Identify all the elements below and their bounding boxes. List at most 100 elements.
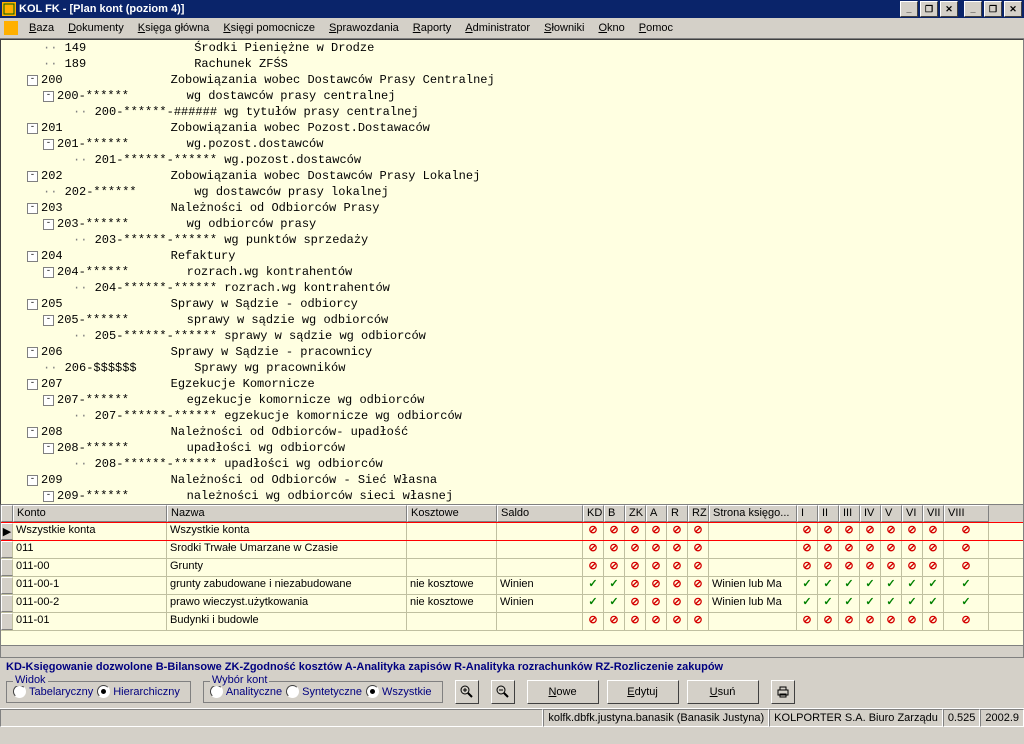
col-header[interactable]: V bbox=[881, 505, 902, 522]
radio-wszystkie[interactable]: Wszystkie bbox=[366, 685, 432, 698]
account-tree[interactable]: ·· 149 Środki Pieniężne w Drodze·· 189 R… bbox=[0, 39, 1024, 505]
col-header[interactable]: Saldo bbox=[497, 505, 583, 522]
tree-node[interactable]: -206 Sprawy w Sądzie - pracownicy bbox=[1, 344, 1023, 360]
child-close-button[interactable]: ✕ bbox=[1004, 1, 1022, 17]
horizontal-scrollbar[interactable] bbox=[1, 645, 1023, 658]
radio-syntetyczne[interactable]: Syntetyczne bbox=[286, 685, 362, 698]
menu-słowniki[interactable]: Słowniki bbox=[537, 21, 591, 35]
child-minimize-button[interactable]: _ bbox=[964, 1, 982, 17]
col-header[interactable]: Konto bbox=[13, 505, 167, 522]
radio-analityczne[interactable]: Analityczne bbox=[210, 685, 282, 698]
radio-hierarchiczny[interactable]: Hierarchiczny bbox=[97, 685, 180, 698]
tree-node[interactable]: -205-****** sprawy w sądzie wg odbiorców bbox=[1, 312, 1023, 328]
tree-node[interactable]: ·· 208-******-****** upadłości wg odbior… bbox=[1, 456, 1023, 472]
tree-node[interactable]: ·· 189 Rachunek ZFŚS bbox=[1, 56, 1023, 72]
tree-node[interactable]: -200-****** wg dostawców prasy centralne… bbox=[1, 88, 1023, 104]
table-row[interactable]: 011-01Budynki i budowle⊘⊘⊘⊘⊘⊘⊘⊘⊘⊘⊘⊘⊘⊘ bbox=[1, 613, 1023, 631]
table-row[interactable]: ▶Wszystkie kontaWszystkie konta⊘⊘⊘⊘⊘⊘⊘⊘⊘… bbox=[1, 522, 1023, 541]
table-row[interactable]: 011Srodki Trwałe Umarzane w Czasie⊘⊘⊘⊘⊘⊘… bbox=[1, 541, 1023, 559]
child-restore-button[interactable]: ❐ bbox=[984, 1, 1002, 17]
tree-node[interactable]: -209-****** należności wg odbiorców siec… bbox=[1, 488, 1023, 504]
tree-node[interactable]: ·· 201-******-****** wg.pozost.dostawców bbox=[1, 152, 1023, 168]
tree-toggle-icon[interactable]: - bbox=[43, 267, 54, 278]
col-header[interactable]: Strona księgo... bbox=[709, 505, 797, 522]
tree-toggle-icon[interactable]: - bbox=[27, 299, 38, 310]
tree-toggle-icon[interactable]: - bbox=[27, 75, 38, 86]
menu-księga-główna[interactable]: Księga główna bbox=[131, 21, 217, 35]
tree-toggle-icon[interactable]: - bbox=[27, 171, 38, 182]
tree-node[interactable]: -208 Należności od Odbiorców- upadłość bbox=[1, 424, 1023, 440]
menu-pomoc[interactable]: Pomoc bbox=[632, 21, 680, 35]
tree-toggle-icon[interactable]: - bbox=[27, 123, 38, 134]
col-header[interactable]: I bbox=[797, 505, 818, 522]
tree-node[interactable]: -204 Refaktury bbox=[1, 248, 1023, 264]
menu-sprawozdania[interactable]: Sprawozdania bbox=[322, 21, 406, 35]
tree-toggle-icon[interactable]: - bbox=[43, 315, 54, 326]
zoom-in-button[interactable] bbox=[455, 680, 479, 704]
col-header[interactable]: A bbox=[646, 505, 667, 522]
restore-button[interactable]: ❐ bbox=[920, 1, 938, 17]
tree-toggle-icon[interactable]: - bbox=[43, 443, 54, 454]
table-row[interactable]: 011-00-2prawo wieczyst.użytkowanianie ko… bbox=[1, 595, 1023, 613]
col-header[interactable]: VIII bbox=[944, 505, 989, 522]
nowe-button[interactable]: Nowe bbox=[527, 680, 599, 704]
col-header[interactable]: II bbox=[818, 505, 839, 522]
tree-node[interactable]: -200 Zobowiązania wobec Dostawców Prasy … bbox=[1, 72, 1023, 88]
usuń-button[interactable]: Usuń bbox=[687, 680, 759, 704]
menu-księgi-pomocnicze[interactable]: Księgi pomocnicze bbox=[216, 21, 322, 35]
tree-node[interactable]: -203 Należności od Odbiorców Prasy bbox=[1, 200, 1023, 216]
col-header[interactable]: III bbox=[839, 505, 860, 522]
tree-node[interactable]: -201-****** wg.pozost.dostawców bbox=[1, 136, 1023, 152]
tree-node[interactable]: ·· 204-******-****** rozrach.wg kontrahe… bbox=[1, 280, 1023, 296]
tree-toggle-icon[interactable]: - bbox=[43, 491, 54, 502]
radio-tabelaryczny[interactable]: Tabelaryczny bbox=[13, 685, 93, 698]
tree-node[interactable]: ·· 200-******-###### wg tytułów prasy ce… bbox=[1, 104, 1023, 120]
table-row[interactable]: 011-00-1grunty zabudowane i niezabudowan… bbox=[1, 577, 1023, 595]
tree-node[interactable]: ·· 203-******-****** wg punktów sprzedaż… bbox=[1, 232, 1023, 248]
tree-toggle-icon[interactable]: - bbox=[27, 475, 38, 486]
col-header[interactable]: RZ bbox=[688, 505, 709, 522]
tree-node[interactable]: -203-****** wg odbiorców prasy bbox=[1, 216, 1023, 232]
menu-dokumenty[interactable]: Dokumenty bbox=[61, 21, 131, 35]
tree-node[interactable]: -209 Należności od Odbiorców - Sieć Włas… bbox=[1, 472, 1023, 488]
col-header[interactable]: KD bbox=[583, 505, 604, 522]
print-button[interactable] bbox=[771, 680, 795, 704]
col-header[interactable]: VII bbox=[923, 505, 944, 522]
tree-node[interactable]: ·· 205-******-****** sprawy w sądzie wg … bbox=[1, 328, 1023, 344]
col-header[interactable]: B bbox=[604, 505, 625, 522]
tree-node[interactable]: -202 Zobowiązania wobec Dostawców Prasy … bbox=[1, 168, 1023, 184]
tree-node[interactable]: ·· 206-$$$$$$ Sprawy wg pracowników bbox=[1, 360, 1023, 376]
tree-toggle-icon[interactable]: - bbox=[27, 379, 38, 390]
tree-node[interactable]: -204-****** rozrach.wg kontrahentów bbox=[1, 264, 1023, 280]
tree-toggle-icon[interactable]: - bbox=[43, 395, 54, 406]
menu-administrator[interactable]: Administrator bbox=[458, 21, 537, 35]
col-header[interactable]: Kosztowe bbox=[407, 505, 497, 522]
table-row[interactable]: 011-00Grunty⊘⊘⊘⊘⊘⊘⊘⊘⊘⊘⊘⊘⊘⊘ bbox=[1, 559, 1023, 577]
tree-node[interactable]: -207-****** egzekucje komornicze wg odbi… bbox=[1, 392, 1023, 408]
col-header[interactable]: R bbox=[667, 505, 688, 522]
col-header[interactable]: Nazwa bbox=[167, 505, 407, 522]
tree-node[interactable]: ·· 149 Środki Pieniężne w Drodze bbox=[1, 40, 1023, 56]
tree-toggle-icon[interactable]: - bbox=[27, 427, 38, 438]
tree-toggle-icon[interactable]: - bbox=[27, 251, 38, 262]
edytuj-button[interactable]: Edytuj bbox=[607, 680, 679, 704]
menu-baza[interactable]: Baza bbox=[22, 21, 61, 35]
tree-toggle-icon[interactable]: - bbox=[43, 219, 54, 230]
tree-node[interactable]: ·· 207-******-****** egzekucje komornicz… bbox=[1, 408, 1023, 424]
tree-node[interactable]: -201 Zobowiązania wobec Pozost.Dostawacó… bbox=[1, 120, 1023, 136]
account-grid[interactable]: KontoNazwaKosztoweSaldoKDBZKARRZStrona k… bbox=[0, 505, 1024, 658]
tree-toggle-icon[interactable]: - bbox=[27, 203, 38, 214]
tree-node[interactable]: ·· 202-****** wg dostawców prasy lokalne… bbox=[1, 184, 1023, 200]
close-button[interactable]: ✕ bbox=[940, 1, 958, 17]
menu-okno[interactable]: Okno bbox=[591, 21, 631, 35]
tree-node[interactable]: -205 Sprawy w Sądzie - odbiorcy bbox=[1, 296, 1023, 312]
minimize-button[interactable]: _ bbox=[900, 1, 918, 17]
col-header[interactable]: IV bbox=[860, 505, 881, 522]
tree-node[interactable]: -207 Egzekucje Komornicze bbox=[1, 376, 1023, 392]
menu-raporty[interactable]: Raporty bbox=[406, 21, 459, 35]
col-header[interactable]: VI bbox=[902, 505, 923, 522]
tree-toggle-icon[interactable]: - bbox=[27, 347, 38, 358]
tree-toggle-icon[interactable]: - bbox=[43, 139, 54, 150]
zoom-out-button[interactable] bbox=[491, 680, 515, 704]
col-header[interactable]: ZK bbox=[625, 505, 646, 522]
